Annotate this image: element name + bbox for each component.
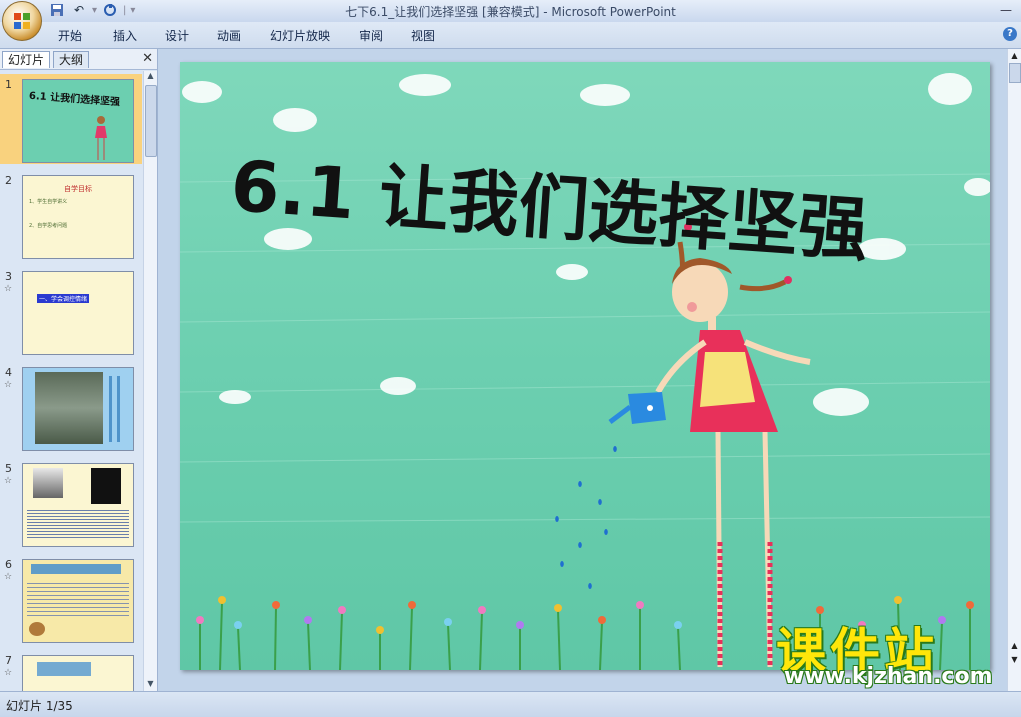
tab-slides[interactable]: 幻灯片: [2, 51, 51, 68]
animation-star-icon: ☆: [4, 380, 13, 390]
slide-number: 1: [5, 78, 12, 91]
slide-thumbnails: 1 6.1 让我们选择坚强 2 自学目标 1、学生自学讲义 2、自学思考问题 3…: [0, 71, 142, 691]
slide-preview: 一、学会调控情绪: [22, 271, 134, 355]
scrollbar-thumb[interactable]: [145, 85, 157, 157]
slide-thumbnail-1[interactable]: 1 6.1 让我们选择坚强: [0, 74, 142, 164]
window-title: 七下6.1_让我们选择坚强 [兼容模式] - Microsoft PowerPo…: [345, 5, 676, 19]
thumb-title: 自学目标: [64, 185, 92, 193]
text-lines: [27, 508, 129, 540]
title-bar: ↶ ▾ | ▾ 七下6.1_让我们选择坚强 [兼容模式] - Microsoft…: [0, 0, 1021, 41]
slide-thumbnail-5[interactable]: 5 ☆: [0, 458, 142, 548]
animation-star-icon: ☆: [4, 476, 13, 486]
pane-tabs: 幻灯片 大纲 ✕: [0, 49, 157, 70]
next-slide-icon[interactable]: ▼: [1009, 655, 1020, 665]
slide-number: 4: [5, 366, 12, 379]
slide-editor: 6.1 让我们选择坚强 ▲ ▲ ▼: [158, 49, 1021, 691]
tab-design[interactable]: 设计: [165, 27, 189, 44]
animal-illustration-icon: [29, 622, 45, 636]
slide-preview: [22, 559, 134, 643]
scroll-down-icon[interactable]: ▼: [144, 679, 157, 691]
office-logo-icon: [14, 13, 30, 29]
status-bar: 幻灯片 1/35: [0, 691, 1021, 717]
slide-number: 2: [5, 174, 12, 187]
current-slide[interactable]: 6.1 让我们选择坚强: [180, 62, 990, 670]
scrollbar-thumb[interactable]: [1009, 63, 1021, 83]
heading-bar: [31, 564, 121, 574]
slide-number: 5: [5, 462, 12, 475]
animation-star-icon: ☆: [4, 284, 13, 294]
slide-thumbnail-7[interactable]: 7 ☆: [0, 650, 142, 691]
scroll-up-icon[interactable]: ▲: [144, 71, 157, 83]
road-photo: [35, 372, 103, 444]
watermark-url: www.kjzhan.com: [784, 664, 993, 689]
main-scrollbar[interactable]: ▲ ▲ ▼: [1007, 49, 1021, 691]
slides-pane: 幻灯片 大纲 ✕ 1 6.1 让我们选择坚强 2 自学目标 1、学生自学讲义 2…: [0, 49, 158, 691]
close-icon[interactable]: ✕: [142, 51, 153, 66]
slide-counter: 幻灯片 1/35: [6, 699, 73, 713]
tab-view[interactable]: 视图: [411, 27, 435, 44]
scroll-up-icon[interactable]: ▲: [1009, 51, 1020, 61]
tab-animations[interactable]: 动画: [217, 27, 241, 44]
slide-preview: 自学目标 1、学生自学讲义 2、自学思考问题: [22, 175, 134, 259]
slide-preview: [22, 463, 134, 547]
vertical-text-block: [117, 376, 120, 442]
text-lines: [27, 580, 129, 616]
slide-preview: 6.1 让我们选择坚强: [22, 79, 134, 163]
slide-number: 6: [5, 558, 12, 571]
slide-thumbnail-6[interactable]: 6 ☆: [0, 554, 142, 644]
help-icon[interactable]: ?: [1003, 27, 1017, 41]
slide-preview: [22, 367, 134, 451]
animation-star-icon: ☆: [4, 572, 13, 582]
slide-thumbnail-2[interactable]: 2 自学目标 1、学生自学讲义 2、自学思考问题: [0, 170, 142, 260]
heading-bar: [37, 662, 91, 676]
thumb-text: 2、自学思考问题: [29, 223, 68, 229]
ribbon-tabs: 开始 插入 设计 动画 幻灯片放映 审阅 视图 ?: [0, 22, 1021, 49]
tab-review[interactable]: 审阅: [359, 27, 383, 44]
tab-insert[interactable]: 插入: [113, 27, 137, 44]
photo: [91, 468, 121, 504]
tab-home[interactable]: 开始: [58, 27, 82, 44]
office-button[interactable]: [2, 1, 42, 41]
slide-number: 3: [5, 270, 12, 283]
thumbnails-scrollbar[interactable]: ▲ ▼: [143, 71, 157, 691]
tab-outline[interactable]: 大纲: [53, 51, 90, 68]
slide-number: 7: [5, 654, 12, 667]
slide-thumbnail-3[interactable]: 3 ☆ 一、学会调控情绪: [0, 266, 142, 356]
tab-slideshow[interactable]: 幻灯片放映: [270, 27, 330, 44]
prev-slide-icon[interactable]: ▲: [1009, 641, 1020, 651]
slide-thumbnail-4[interactable]: 4 ☆: [0, 362, 142, 452]
slide-preview: [22, 655, 134, 691]
animation-star-icon: ☆: [4, 668, 13, 678]
vertical-text-block: [109, 376, 112, 442]
photo: [33, 468, 63, 498]
thumb-title: 一、学会调控情绪: [37, 294, 90, 303]
girl-illustration-icon: [95, 116, 107, 160]
thumb-text: 1、学生自学讲义: [29, 199, 68, 205]
minimize-icon[interactable]: —: [997, 3, 1015, 17]
